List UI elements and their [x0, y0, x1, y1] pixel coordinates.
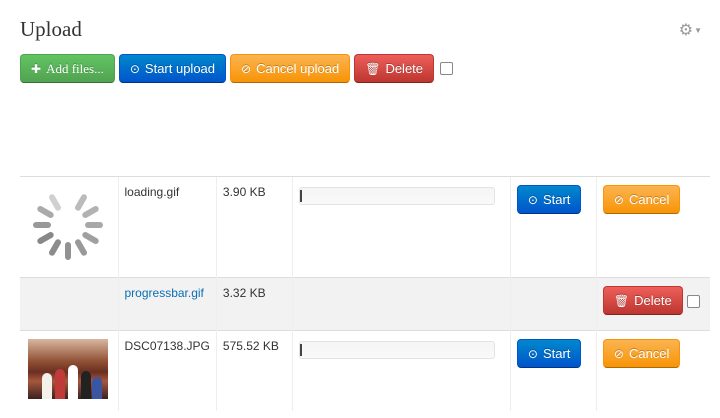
- progress-cursor: [299, 344, 302, 356]
- add-files-button[interactable]: ✚ Add files...: [20, 54, 115, 83]
- start-label: Start: [542, 346, 571, 361]
- table-row: loading.gif 3.90 KB ⊙ Start ⊘ Cancel: [20, 176, 710, 278]
- trash-icon: 🗑: [365, 61, 381, 76]
- file-download-link[interactable]: progressbar.gif: [125, 286, 204, 300]
- action-cell: 🗑 Delete: [595, 277, 710, 331]
- file-size: 3.90 KB: [215, 176, 293, 278]
- ban-icon: ⊘: [613, 192, 624, 207]
- start-upload-label: Start upload: [144, 61, 216, 76]
- ban-icon: ⊘: [613, 346, 624, 361]
- upload-toolbar: ✚ Add files... ⊙ Start upload ⊘ Cancel u…: [20, 54, 454, 83]
- delete-label: Delete: [385, 61, 424, 76]
- file-preview: [20, 330, 118, 411]
- progress-cursor: [299, 190, 302, 202]
- trash-icon: 🗑: [613, 293, 630, 308]
- delete-file-label: Delete: [634, 293, 672, 308]
- progress-cell: [291, 277, 511, 331]
- file-preview: [20, 176, 118, 278]
- progress-cell: [291, 176, 511, 278]
- cancel-upload-label: Cancel upload: [256, 61, 340, 76]
- upload-circle-icon: ⊙: [527, 346, 538, 361]
- file-size: 3.32 KB: [215, 277, 293, 331]
- page-title: Upload: [20, 17, 82, 41]
- photo-thumbnail: [28, 339, 108, 399]
- cancel-label: Cancel: [628, 192, 670, 207]
- file-name: DSC07138.JPG: [117, 330, 217, 411]
- table-row: DSC07138.JPG 575.52 KB ⊙ Start ⊘ Cancel: [20, 330, 710, 411]
- start-upload-button[interactable]: ⊙ Start upload: [118, 54, 227, 83]
- file-size: 575.52 KB: [215, 330, 293, 411]
- chevron-down-icon: ▼: [694, 25, 702, 35]
- upload-circle-icon: ⊙: [129, 61, 140, 76]
- loading-spinner-icon: [33, 190, 103, 260]
- file-select-checkbox[interactable]: [686, 294, 700, 308]
- select-all-checkbox[interactable]: [440, 62, 454, 75]
- ban-icon: ⊘: [241, 61, 252, 76]
- action-cell: ⊘ Cancel: [595, 330, 710, 411]
- file-name-cell: progressbar.gif: [117, 277, 217, 331]
- start-cell: ⊙ Start: [509, 330, 597, 411]
- settings-menu[interactable]: ⚙ ▼: [679, 20, 702, 40]
- start-cell: ⊙ Start: [509, 176, 597, 278]
- progress-cell: [291, 330, 511, 411]
- start-cell: [509, 277, 597, 331]
- action-cell: ⊘ Cancel: [595, 176, 710, 278]
- add-files-label: Add files...: [46, 60, 104, 76]
- file-preview: [20, 277, 118, 331]
- plus-icon: ✚: [31, 61, 42, 76]
- start-label: Start: [542, 192, 571, 207]
- upload-circle-icon: ⊙: [527, 192, 538, 207]
- progress-bar: [298, 187, 495, 205]
- start-button[interactable]: ⊙ Start: [516, 339, 582, 368]
- file-table: loading.gif 3.90 KB ⊙ Start ⊘ Cancel pro…: [20, 176, 710, 411]
- cancel-label: Cancel: [628, 346, 670, 361]
- cancel-upload-button[interactable]: ⊘ Cancel upload: [230, 54, 351, 83]
- progress-bar: [298, 341, 495, 359]
- cancel-button[interactable]: ⊘ Cancel: [602, 339, 681, 368]
- delete-file-button[interactable]: 🗑 Delete: [602, 286, 683, 315]
- table-row: progressbar.gif 3.32 KB 🗑 Delete: [20, 277, 710, 331]
- cancel-button[interactable]: ⊘ Cancel: [602, 185, 681, 214]
- delete-button[interactable]: 🗑 Delete: [354, 54, 435, 83]
- file-name: loading.gif: [117, 176, 217, 278]
- gear-icon: ⚙: [678, 22, 694, 39]
- start-button[interactable]: ⊙ Start: [516, 185, 582, 214]
